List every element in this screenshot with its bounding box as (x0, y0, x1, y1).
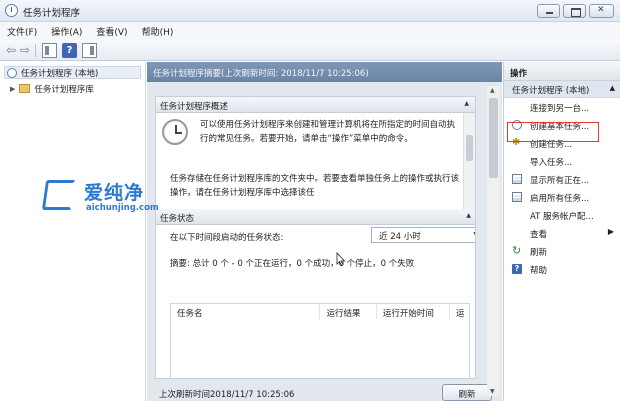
action-at-service-config[interactable]: AT 服务帐户配... (504, 206, 620, 224)
tree-item-task-scheduler-local[interactable]: 任务计划程序 (本地) (4, 66, 141, 79)
summary-scrollbar[interactable]: ▲ ▼ (487, 86, 500, 396)
action-label: 显示所有正在... (530, 176, 590, 186)
task-status-header[interactable]: 任务状态 ▲ (156, 209, 475, 225)
overview-paragraph-2: 任务存储在任务计划程序库的文件夹中。若要查看单独任务上的操作或执行该操作，请在任… (170, 174, 460, 198)
action-connect-computer[interactable]: 连接到另一台... (504, 98, 620, 116)
overview-paragraph: 可以使用任务计划程序来创建和管理计算机将在所指定的时间自动执行的常见任务。若要开… (200, 120, 456, 144)
collapse-caret-icon[interactable]: ▲ (610, 84, 615, 92)
collapse-caret-icon[interactable]: ▲ (466, 212, 471, 219)
annotation-highlight-box (507, 122, 599, 142)
action-import-task[interactable]: 导入任务... (504, 152, 620, 170)
menu-file[interactable]: 文件(F) (0, 22, 44, 40)
column-run-start-time[interactable]: 运行开始时间 (377, 304, 450, 319)
toolbar: ⇦ ⇨ ? (0, 40, 620, 61)
action-label: 启用所有任务... (530, 194, 590, 204)
summary-body: 任务计划程序概述 ▲ 可以使用任务计划程序来创建和管理计算机将在所指定的时间自动… (155, 96, 476, 379)
scroll-thumb[interactable] (466, 135, 473, 161)
status-period-label: 在以下时间段启动的任务状态: (170, 233, 284, 243)
scroll-up-icon[interactable]: ▲ (490, 87, 495, 94)
task-status-title: 任务状态 (160, 214, 195, 224)
minimize-button[interactable] (537, 4, 560, 18)
submenu-arrow-icon: ▶ (607, 227, 614, 236)
window-title: 任务计划程序 (23, 8, 81, 19)
clock-icon (7, 67, 17, 78)
action-label: 导入任务... (530, 158, 573, 168)
expand-arrow-icon[interactable]: ▶ (10, 85, 15, 93)
tree-item-task-library[interactable]: ▶ 任务计划程序库 (10, 82, 94, 95)
column-task-name[interactable]: 任务名 (171, 304, 321, 319)
overview-scrollbar[interactable] (463, 113, 475, 209)
title-bar: 任务计划程序 (0, 0, 620, 22)
menu-bar: 文件(F) 操作(A) 查看(V) 帮助(H) (0, 22, 620, 40)
action-label: 连接到另一台... (530, 104, 590, 114)
menu-view[interactable]: 查看(V) (89, 22, 134, 40)
overview-section-header[interactable]: 任务计划程序概述 ▲ (156, 97, 475, 113)
action-label: 查看 (530, 230, 548, 240)
period-dropdown[interactable]: 近 24 小时 ▼ (371, 227, 475, 243)
action-help[interactable]: ? 帮助 (504, 260, 620, 278)
actions-header: 操作 (504, 62, 620, 81)
watermark-logo-icon (41, 180, 77, 210)
folder-icon (19, 84, 31, 93)
actions-pane: 操作 任务计划程序 (本地) ▲ 连接到另一台... 创建基本任务... ✱ 创… (503, 62, 620, 401)
scroll-down-icon[interactable]: ▼ (490, 388, 495, 395)
task-status-section: 任务状态 ▲ 在以下时间段启动的任务状态: 近 24 小时 ▼ 摘要: 总计 0… (156, 209, 475, 378)
maximize-button[interactable] (563, 4, 586, 18)
help-icon: ? (512, 264, 522, 274)
watermark-url: aichunjing.com (86, 203, 159, 213)
menu-help[interactable]: 帮助(H) (135, 22, 181, 40)
refresh-icon: ↻ (512, 244, 522, 257)
close-button[interactable] (589, 4, 614, 18)
mouse-cursor-icon (336, 252, 346, 266)
menu-action[interactable]: 操作(A) (44, 22, 89, 40)
chevron-down-icon: ▼ (473, 231, 475, 238)
scroll-thumb[interactable] (489, 98, 498, 178)
forward-arrow-icon[interactable]: ⇨ (20, 43, 32, 58)
action-refresh[interactable]: ↻ 刷新 (504, 242, 620, 260)
scheduler-clock-icon (162, 119, 188, 145)
watermark-text: 爱纯净 (84, 182, 145, 204)
overview-title: 任务计划程序概述 (160, 102, 229, 112)
window-controls (537, 4, 614, 18)
actions-subheader[interactable]: 任务计划程序 (本地) ▲ (504, 81, 620, 98)
action-enable-history[interactable]: 启用所有任务... (504, 188, 620, 206)
action-display-running[interactable]: 显示所有正在... (504, 170, 620, 188)
period-dropdown-value: 近 24 小时 (379, 232, 421, 242)
show-hide-tree-icon[interactable] (42, 43, 57, 58)
actions-subheader-label: 任务计划程序 (本地) (512, 86, 590, 96)
collapse-caret-icon[interactable]: ▲ (464, 100, 469, 107)
tree-item-label: 任务计划程序 (本地) (21, 68, 99, 79)
action-label: 帮助 (530, 266, 548, 276)
task-table-header: 任务名 运行结果 运行开始时间 运 (170, 303, 470, 320)
status-summary: 摘要: 总计 0 个 - 0 个正在运行，0 个成功，0 个停止，0 个失败 (170, 259, 415, 269)
navigation-tree: 任务计划程序 (本地) ▶ 任务计划程序库 (0, 62, 146, 401)
action-view[interactable]: 查看 ▶ (504, 224, 620, 242)
tree-item-label: 任务计划程序库 (34, 84, 94, 95)
column-run-result[interactable]: 运行结果 (320, 304, 377, 319)
task-table-body (170, 319, 470, 378)
overview-section: 可以使用任务计划程序来创建和管理计算机将在所指定的时间自动执行的常见任务。若要开… (156, 113, 475, 209)
list-icon (512, 174, 522, 184)
action-label: 刷新 (530, 248, 548, 258)
action-label: AT 服务帐户配... (530, 212, 594, 222)
summary-footer: 上次刷新时间2018/11/7 10:25:06 刷新 (155, 383, 495, 401)
help-icon[interactable]: ? (62, 43, 77, 58)
back-arrow-icon[interactable]: ⇦ (6, 43, 18, 58)
watermark: 爱纯净 aichunjing.com (41, 178, 162, 218)
refresh-button[interactable]: 刷新 (442, 384, 492, 401)
toolbar-separator (35, 44, 36, 57)
task-scheduler-app-icon (5, 4, 18, 17)
last-refresh-text: 上次刷新时间2018/11/7 10:25:06 (159, 390, 295, 400)
show-hide-action-pane-icon[interactable] (82, 43, 97, 58)
column-run-truncated[interactable]: 运 (450, 304, 469, 319)
list-icon (512, 192, 522, 202)
summary-pane: 任务计划程序摘要(上次刷新时间: 2018/11/7 10:25:06) 任务计… (147, 62, 502, 401)
summary-header: 任务计划程序摘要(上次刷新时间: 2018/11/7 10:25:06) (147, 62, 502, 82)
